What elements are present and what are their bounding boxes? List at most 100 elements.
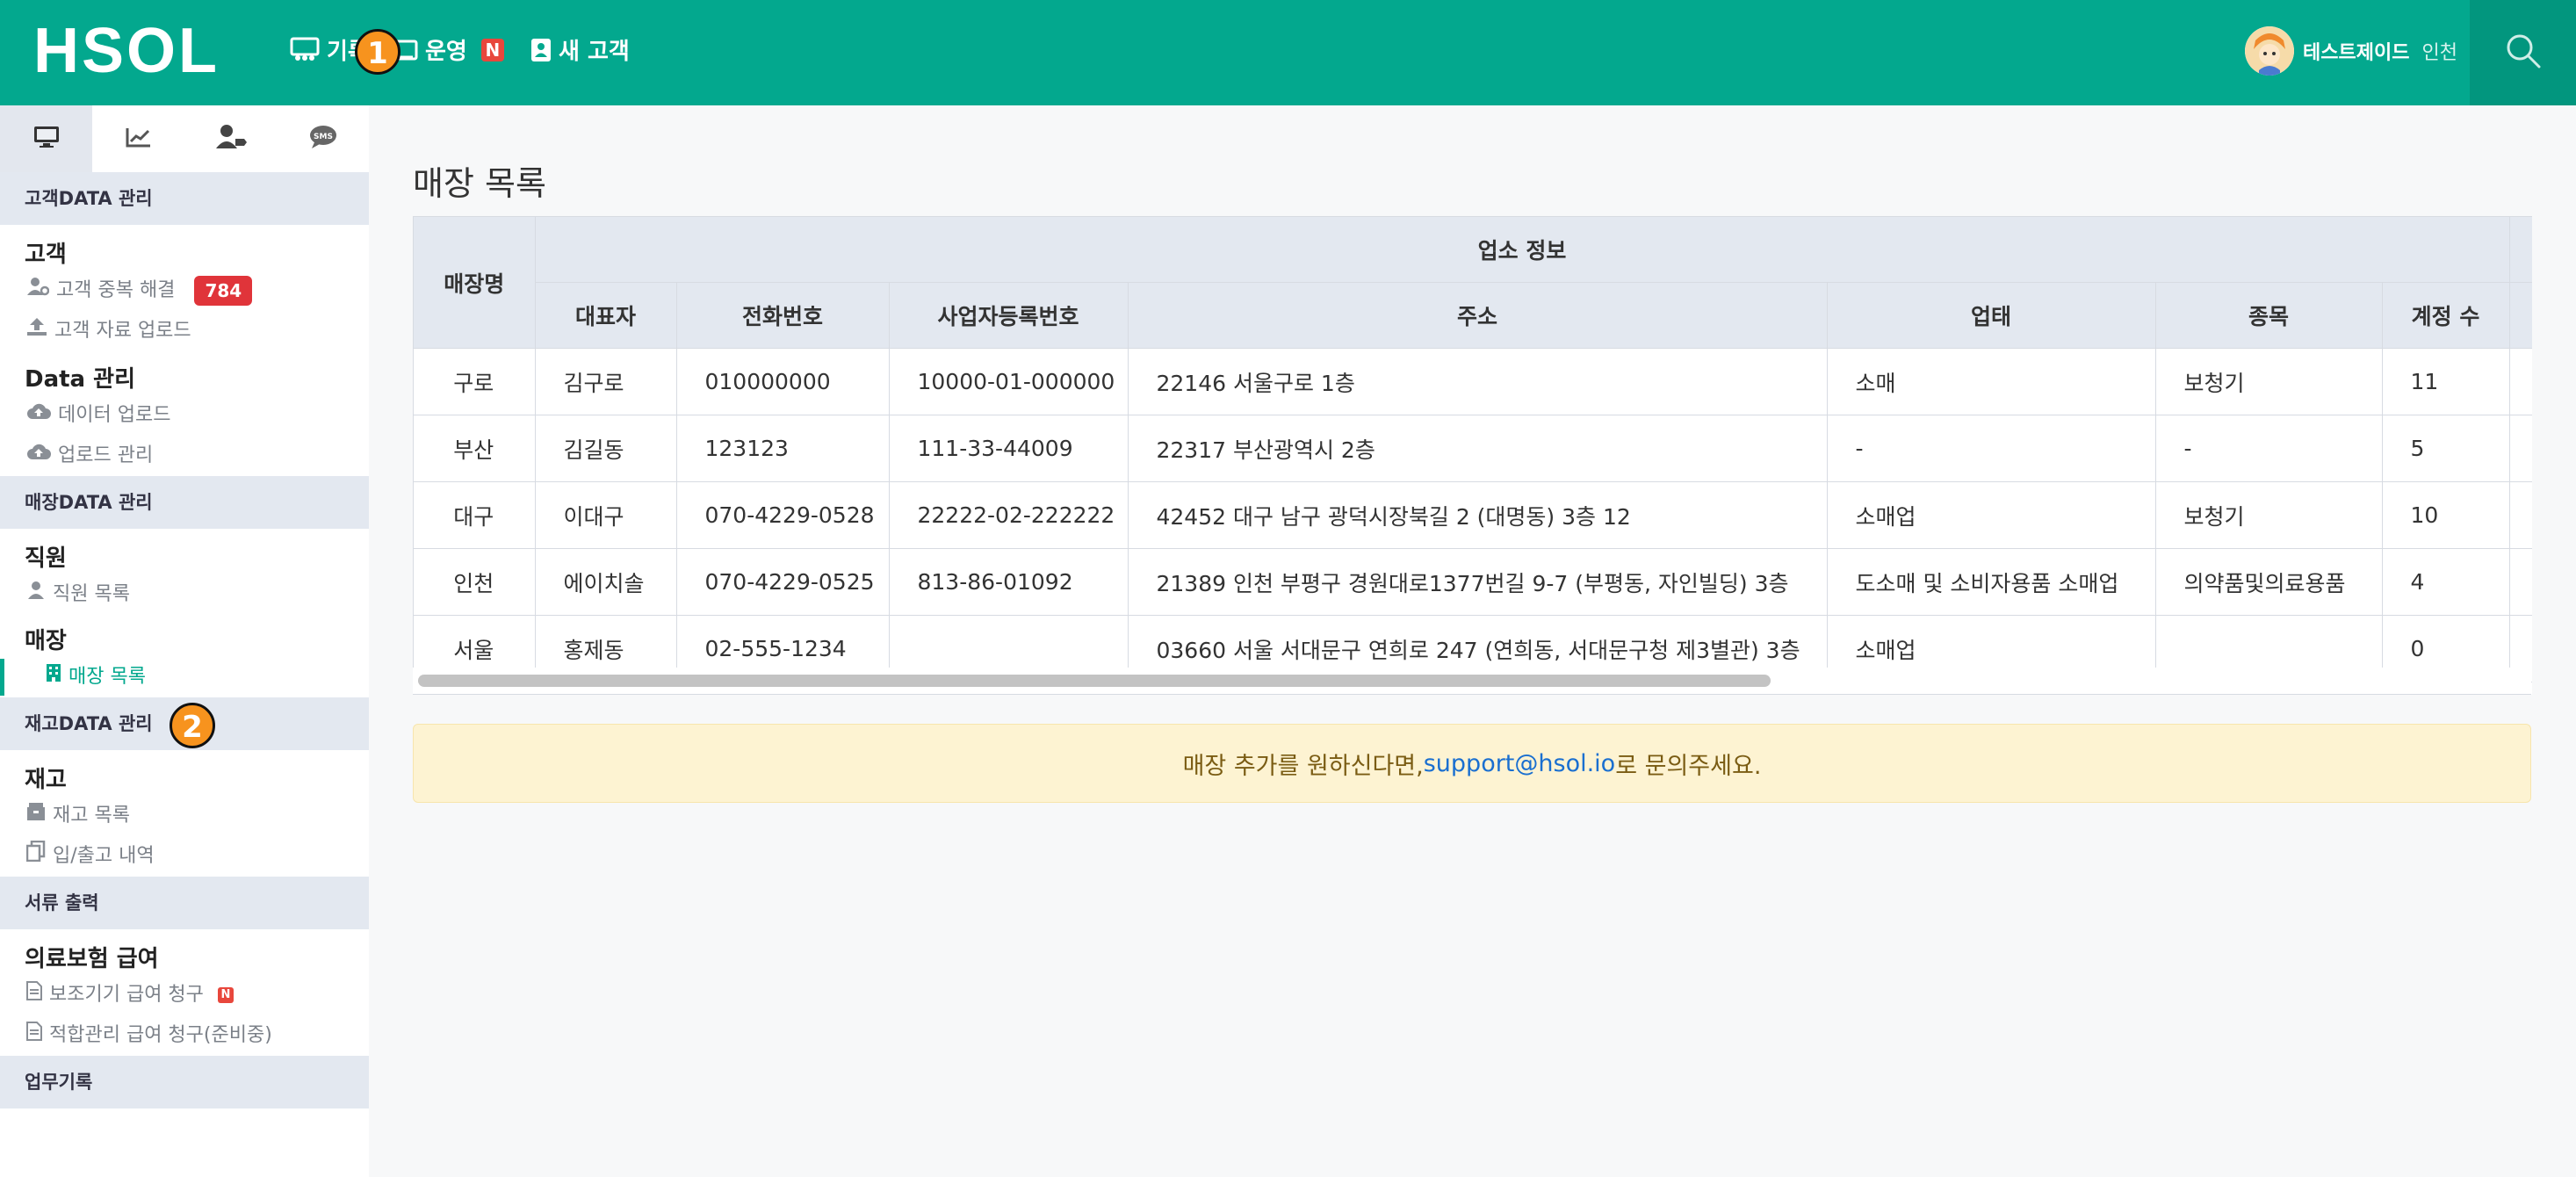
table-cell: [2509, 415, 2532, 482]
section-work-log: 업무기록: [0, 1056, 369, 1108]
search-button[interactable]: [2470, 0, 2576, 105]
table-cell: 인천: [414, 548, 536, 616]
column-header-extra: [2509, 217, 2532, 283]
new-badge: N: [217, 987, 234, 1003]
table-horizontal-scrollbar[interactable]: [413, 668, 2531, 695]
tab-monitor[interactable]: [0, 105, 92, 172]
table-cell: 대구: [414, 481, 536, 549]
column-header: 매장명: [414, 217, 536, 349]
section-customer-data: 고객DATA 관리: [0, 172, 369, 225]
sidebar-item-label: 재고 목록: [53, 805, 130, 827]
table-cell: [2509, 548, 2532, 616]
section-documents: 서류 출력: [0, 877, 369, 929]
sidebar-item-inout-history[interactable]: 입/출고 내역: [0, 836, 369, 877]
column-header: 계정 수: [2382, 282, 2510, 349]
monitor-icon: [33, 126, 60, 152]
table-cell: 보청기: [2155, 481, 2383, 549]
store-table: 매장명 업소 정보 대표자 전화번호 사업자등록번호 주소 업태 종목 계정 수…: [414, 217, 2532, 682]
table-cell: 김길동: [535, 415, 677, 482]
table-cell: 소매업: [1827, 481, 2156, 549]
sidebar-item-assistive-claim[interactable]: 보조기기 급여 청구 N: [0, 975, 369, 1015]
table-row[interactable]: 인천 에이치솔 070-4229-0525 813-86-01092 21389…: [414, 548, 2532, 616]
table-cell: [2509, 481, 2532, 549]
nav-new-customer-label: 새 고객: [559, 39, 630, 65]
section-store-data: 매장DATA 관리: [0, 476, 369, 529]
table-row[interactable]: 부산 김길동 123123 111-33-44009 22317 부산광역시 2…: [414, 415, 2532, 482]
contact-card-icon: [530, 38, 552, 62]
table-cell: 10: [2382, 481, 2510, 549]
sidebar-item-data-upload[interactable]: 데이터 업로드: [0, 395, 369, 436]
sidebar-item-inventory-list[interactable]: 재고 목록: [0, 796, 369, 836]
table-cell: 22146 서울구로 1층: [1128, 348, 1828, 415]
table-cell: 도소매 및 소비자용품 소매업: [1827, 548, 2156, 616]
sidebar-tabs: SMS: [0, 105, 369, 172]
table-row[interactable]: 구로 김구로 010000000 10000-01-000000 22146 서…: [414, 348, 2532, 415]
store-add-notice: 매장 추가를 원하신다면, support@hsol.io 로 문의주세요.: [413, 724, 2531, 803]
nav-operations[interactable]: 운영 N: [393, 33, 504, 66]
sidebar-item-label: 데이터 업로드: [58, 404, 171, 426]
notice-prefix: 매장 추가를 원하신다면,: [1182, 752, 1424, 780]
copy-icon: [25, 836, 46, 877]
box-icon: [26, 796, 46, 836]
group-data-title: Data 관리: [25, 366, 135, 393]
building-icon: [46, 657, 61, 697]
support-email-link[interactable]: support@hsol.io: [1424, 750, 1615, 777]
sidebar-item-store-list[interactable]: 매장 목록: [0, 657, 369, 697]
sidebar-item-customer-upload[interactable]: 고객 자료 업로드: [0, 311, 369, 351]
table-cell: 보청기: [2155, 348, 2383, 415]
table-cell: 111-33-44009: [889, 415, 1129, 482]
column-header: 주소: [1128, 282, 1828, 349]
tab-chart[interactable]: [92, 105, 184, 172]
table-cell: 구로: [414, 348, 536, 415]
table-cell: 42452 대구 남구 광덕시장북길 2 (대명동) 3층 12: [1128, 481, 1828, 549]
tab-sms[interactable]: SMS: [277, 105, 369, 172]
group-insurance-title: 의료보험 급여: [25, 946, 159, 972]
table-row[interactable]: 대구 이대구 070-4229-0528 22222-02-222222 424…: [414, 481, 2532, 549]
table-cell: 5: [2382, 415, 2510, 482]
table-cell: 22222-02-222222: [889, 481, 1129, 549]
new-badge: N: [480, 38, 504, 61]
user-gear-icon: [26, 271, 50, 311]
store-table-container[interactable]: 매장명 업소 정보 대표자 전화번호 사업자등록번호 주소 업태 종목 계정 수…: [413, 216, 2532, 695]
cloud-upload-icon: [26, 395, 51, 436]
page-title: 매장 목록: [413, 164, 546, 203]
upload-icon: [26, 311, 47, 351]
column-header: 종목: [2155, 282, 2383, 349]
user-icon: [26, 574, 46, 615]
sidebar-item-label: 적합관리 급여 청구(준비중): [49, 1024, 272, 1046]
tab-user-tag[interactable]: [184, 105, 277, 172]
document-icon: [26, 975, 42, 1015]
cloud-upload-icon: [26, 436, 51, 476]
table-cell: 10000-01-000000: [889, 348, 1129, 415]
sms-icon: SMS: [308, 125, 338, 153]
table-cell: 소매: [1827, 348, 2156, 415]
column-header: 전화번호: [676, 282, 890, 349]
scrollbar-thumb[interactable]: [418, 675, 1771, 687]
sidebar-item-label: 보조기기 급여 청구: [49, 984, 204, 1006]
group-customer-title: 고객: [25, 242, 67, 268]
table-cell: 21389 인천 부평구 경원대로1377번길 9-7 (부평동, 자인빌딩) …: [1128, 548, 1828, 616]
group-staff-title: 직원: [25, 545, 67, 572]
table-cell: 813-86-01092: [889, 548, 1129, 616]
avatar: [2245, 26, 2294, 76]
nav-operations-label: 운영: [425, 39, 467, 65]
sidebar-item-label: 업로드 관리: [58, 444, 154, 466]
column-header: 사업자등록번호: [889, 282, 1129, 349]
sidebar-item-resolve-duplicates[interactable]: 고객 중복 해결 784: [0, 271, 369, 311]
sidebar-item-fitting-claim[interactable]: 적합관리 급여 청구(준비중): [0, 1015, 369, 1056]
nav-new-customer[interactable]: 새 고객: [530, 33, 630, 66]
document-icon: [26, 1015, 42, 1056]
sidebar-item-staff-list[interactable]: 직원 목록: [0, 574, 369, 615]
user-name: 테스트제이드: [2303, 42, 2410, 64]
annotation-marker-2: 2: [170, 703, 215, 748]
group-inventory-title: 재고: [25, 767, 67, 793]
column-header: 대표자: [535, 282, 677, 349]
group-store-title: 매장: [25, 628, 67, 654]
user-profile[interactable]: 테스트제이드 인천: [2245, 26, 2457, 76]
hsol-logo[interactable]: HSOL: [33, 19, 220, 83]
search-icon: [2504, 32, 2543, 74]
column-header-extra: [2509, 282, 2532, 349]
sidebar-item-upload-management[interactable]: 업로드 관리: [0, 436, 369, 476]
column-header: 업태: [1827, 282, 2156, 349]
sidebar-item-label: 직원 목록: [53, 583, 130, 605]
